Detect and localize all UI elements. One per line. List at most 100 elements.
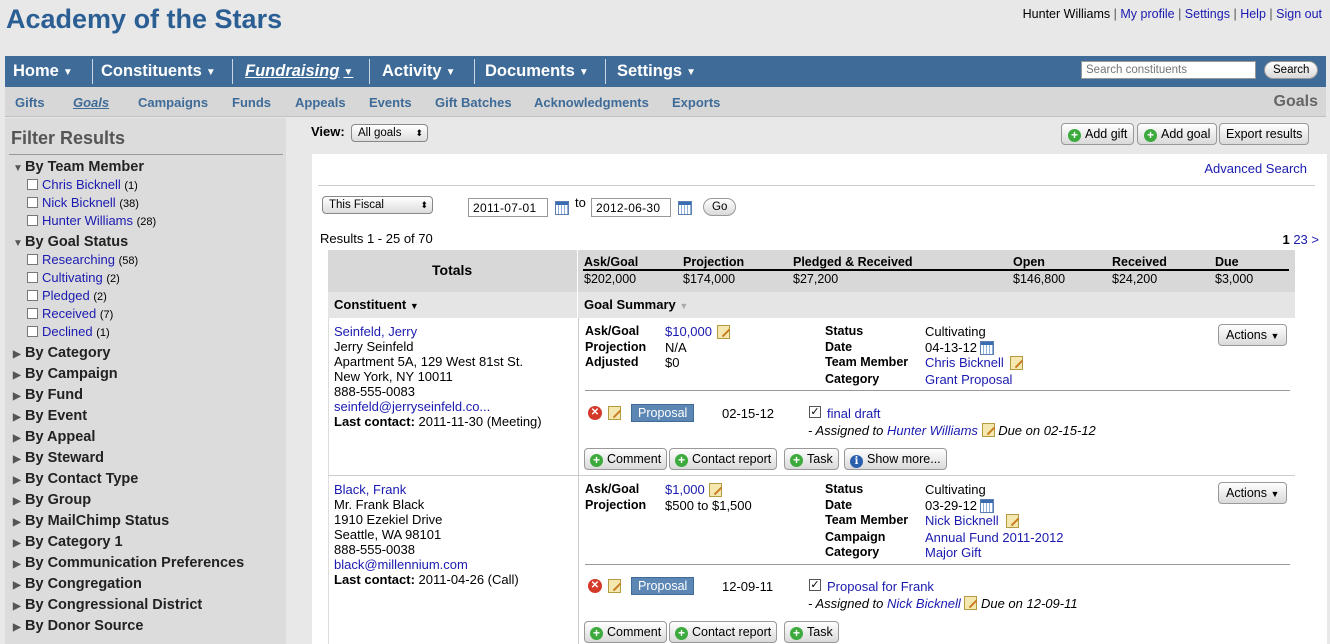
filter-group[interactable]: ▶ By Appeal <box>13 429 95 445</box>
filter-group[interactable]: ▶ By Event <box>13 408 87 424</box>
checkbox[interactable] <box>27 215 38 226</box>
subnav-goals[interactable]: Goals <box>73 95 109 110</box>
constituent-link[interactable]: Seinfeld, Jerry <box>334 324 417 339</box>
subnav-appeals[interactable]: Appeals <box>295 95 346 110</box>
assignee-link[interactable]: Nick Bicknell <box>887 596 961 611</box>
my-profile-link[interactable]: My profile <box>1120 7 1174 21</box>
view-select[interactable]: All goals ⬍ <box>351 124 428 142</box>
task-checkbox[interactable]: ✓ <box>809 579 821 591</box>
nav-settings[interactable]: Settings ▼ <box>609 56 696 87</box>
filter-option[interactable]: Declined (1) <box>27 324 110 339</box>
checkbox[interactable] <box>27 272 38 283</box>
task-button[interactable]: + Task <box>784 621 839 643</box>
edit-icon[interactable] <box>608 579 621 593</box>
filter-group[interactable]: ▶ By MailChimp Status <box>13 513 169 529</box>
constituent-column-header[interactable]: Constituent ▼ <box>334 297 419 312</box>
filter-group[interactable]: ▶ By Contact Type <box>13 471 138 487</box>
filter-group[interactable]: ▶ By Category 1 <box>13 534 123 550</box>
subnav-events[interactable]: Events <box>369 95 412 110</box>
filter-group[interactable]: ▶ By Congressional District <box>13 597 202 613</box>
email-link[interactable]: seinfeld@jerryseinfeld.co... <box>334 399 490 414</box>
task-checkbox[interactable]: ✓ <box>809 406 821 418</box>
category-link[interactable]: Major Gift <box>925 545 981 560</box>
settings-link[interactable]: Settings <box>1185 7 1230 21</box>
delete-icon[interactable]: ✕ <box>588 579 602 593</box>
search-input[interactable] <box>1081 61 1256 79</box>
add-gift-button[interactable]: + Add gift <box>1061 123 1135 145</box>
checkbox[interactable] <box>27 179 38 190</box>
calendar-icon[interactable] <box>980 341 994 355</box>
edit-icon[interactable] <box>709 483 722 497</box>
checkbox[interactable] <box>27 326 38 337</box>
edit-icon[interactable] <box>608 406 621 420</box>
email-link[interactable]: black@millennium.com <box>334 557 468 572</box>
filter-option[interactable]: Cultivating (2) <box>27 270 120 285</box>
subnav-campaigns[interactable]: Campaigns <box>138 95 208 110</box>
subnav-gift-batches[interactable]: Gift Batches <box>435 95 512 110</box>
filter-option[interactable]: Chris Bicknell (1) <box>27 177 138 192</box>
sign-out-link[interactable]: Sign out <box>1276 7 1322 21</box>
filter-group[interactable]: ▶ By Steward <box>13 450 104 466</box>
edit-icon[interactable] <box>981 423 995 437</box>
contact-report-button[interactable]: + Contact report <box>669 621 778 643</box>
filter-option[interactable]: Researching (58) <box>27 252 138 267</box>
checkbox[interactable] <box>27 308 38 319</box>
help-link[interactable]: Help <box>1240 7 1266 21</box>
subnav-gifts[interactable]: Gifts <box>15 95 45 110</box>
calendar-icon[interactable] <box>678 201 692 215</box>
nav-home[interactable]: Home ▼ <box>5 56 73 87</box>
goal-summary-column-header[interactable]: Goal Summary ▼ <box>584 297 688 312</box>
comment-button[interactable]: + Comment <box>584 621 668 643</box>
filter-group[interactable]: ▶ By Group <box>13 492 91 508</box>
edit-icon[interactable] <box>964 596 978 610</box>
page-link[interactable]: 3 <box>1301 232 1308 247</box>
export-results-button[interactable]: Export results <box>1219 123 1310 145</box>
team-member-link[interactable]: Chris Bicknell <box>925 355 1004 370</box>
page-link[interactable]: 2 <box>1293 232 1300 247</box>
team-member-link[interactable]: Nick Bicknell <box>925 513 999 528</box>
nav-documents[interactable]: Documents ▼ <box>477 56 589 87</box>
filter-option[interactable]: Pledged (2) <box>27 288 107 303</box>
filter-group[interactable]: ▶ By Category <box>13 345 110 361</box>
checkbox[interactable] <box>27 290 38 301</box>
show-more-button[interactable]: i Show more... <box>844 448 947 470</box>
filter-group[interactable]: ▶ By Donor Source <box>13 618 143 634</box>
subnav-acknowledgments[interactable]: Acknowledgments <box>534 95 649 110</box>
filter-option[interactable]: Nick Bicknell (38) <box>27 195 139 210</box>
filter-option-label[interactable]: Pledged <box>42 288 90 303</box>
nav-constituents[interactable]: Constituents ▼ <box>93 56 216 87</box>
filter-team-member[interactable]: ▼ By Team Member <box>13 159 144 175</box>
next-page-link[interactable]: > <box>1311 232 1319 247</box>
task-button[interactable]: + Task <box>784 448 839 470</box>
nav-activity[interactable]: Activity ▼ <box>374 56 456 87</box>
start-date-input[interactable] <box>468 198 548 217</box>
filter-group[interactable]: ▶ By Communication Preferences <box>13 555 244 571</box>
delete-icon[interactable]: ✕ <box>588 406 602 420</box>
filter-group[interactable]: ▶ By Fund <box>13 387 83 403</box>
filter-option-label[interactable]: Hunter Williams <box>42 213 133 228</box>
edit-icon[interactable] <box>717 325 730 339</box>
filter-goal-status[interactable]: ▼ By Goal Status <box>13 234 128 250</box>
add-goal-button[interactable]: + Add goal <box>1137 123 1218 145</box>
nav-fundraising[interactable]: Fundraising ▼ <box>237 56 353 87</box>
filter-option[interactable]: Hunter Williams (28) <box>27 213 156 228</box>
actions-dropdown[interactable]: Actions ▼ <box>1218 324 1288 346</box>
checkbox[interactable] <box>27 254 38 265</box>
filter-option-label[interactable]: Cultivating <box>42 270 103 285</box>
subnav-exports[interactable]: Exports <box>672 95 720 110</box>
advanced-search-link[interactable]: Advanced Search <box>1204 161 1307 176</box>
period-select[interactable]: This Fiscal ⬍ <box>322 196 433 214</box>
calendar-icon[interactable] <box>555 201 569 215</box>
task-link[interactable]: Proposal for Frank <box>827 579 934 594</box>
checkbox[interactable] <box>27 197 38 208</box>
go-button[interactable]: Go <box>703 198 737 216</box>
end-date-input[interactable] <box>591 198 671 217</box>
assignee-link[interactable]: Hunter Williams <box>887 423 978 438</box>
task-link[interactable]: final draft <box>827 406 880 421</box>
edit-icon[interactable] <box>1006 514 1019 528</box>
comment-button[interactable]: + Comment <box>584 448 668 470</box>
filter-option-label[interactable]: Declined <box>42 324 93 339</box>
constituent-link[interactable]: Black, Frank <box>334 482 406 497</box>
filter-option-label[interactable]: Researching <box>42 252 115 267</box>
contact-report-button[interactable]: + Contact report <box>669 448 778 470</box>
